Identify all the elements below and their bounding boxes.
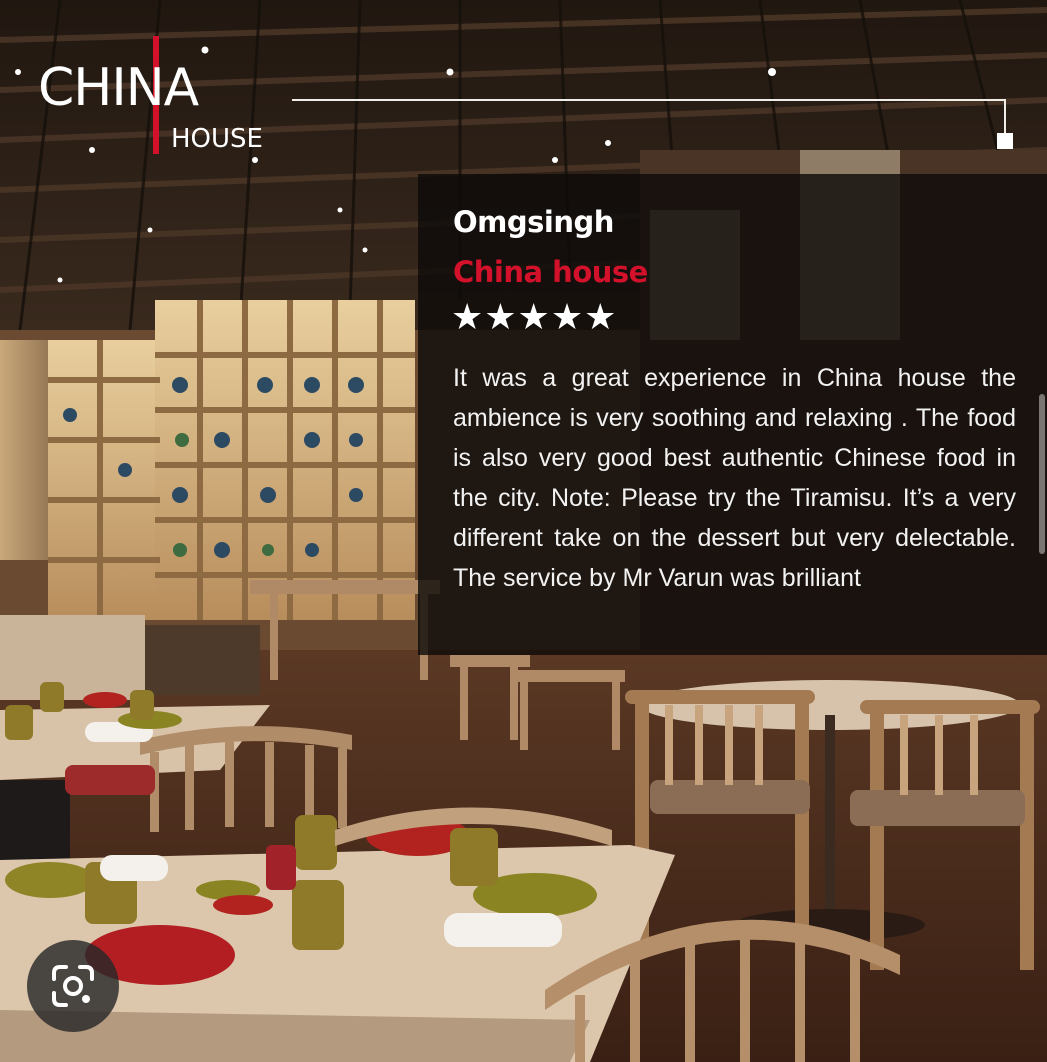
connector-drop: [1004, 99, 1006, 133]
restaurant-name: China house: [453, 255, 648, 289]
visual-search-button[interactable]: [27, 940, 119, 1032]
china-house-logo: CHINA HOUSE: [38, 36, 283, 156]
review-body: It was a great experience in China house…: [453, 364, 1016, 592]
visual-search-icon: [52, 965, 94, 1007]
connector-line: [292, 99, 1006, 101]
star-rating: ★★★★★: [451, 297, 618, 338]
logo-subtitle: HOUSE: [171, 124, 263, 154]
logo-wordmark: CHINA: [38, 58, 199, 118]
connector-square: [997, 133, 1013, 149]
scrollbar[interactable]: [1039, 394, 1045, 554]
reviewer-name: Omgsingh: [453, 205, 614, 239]
